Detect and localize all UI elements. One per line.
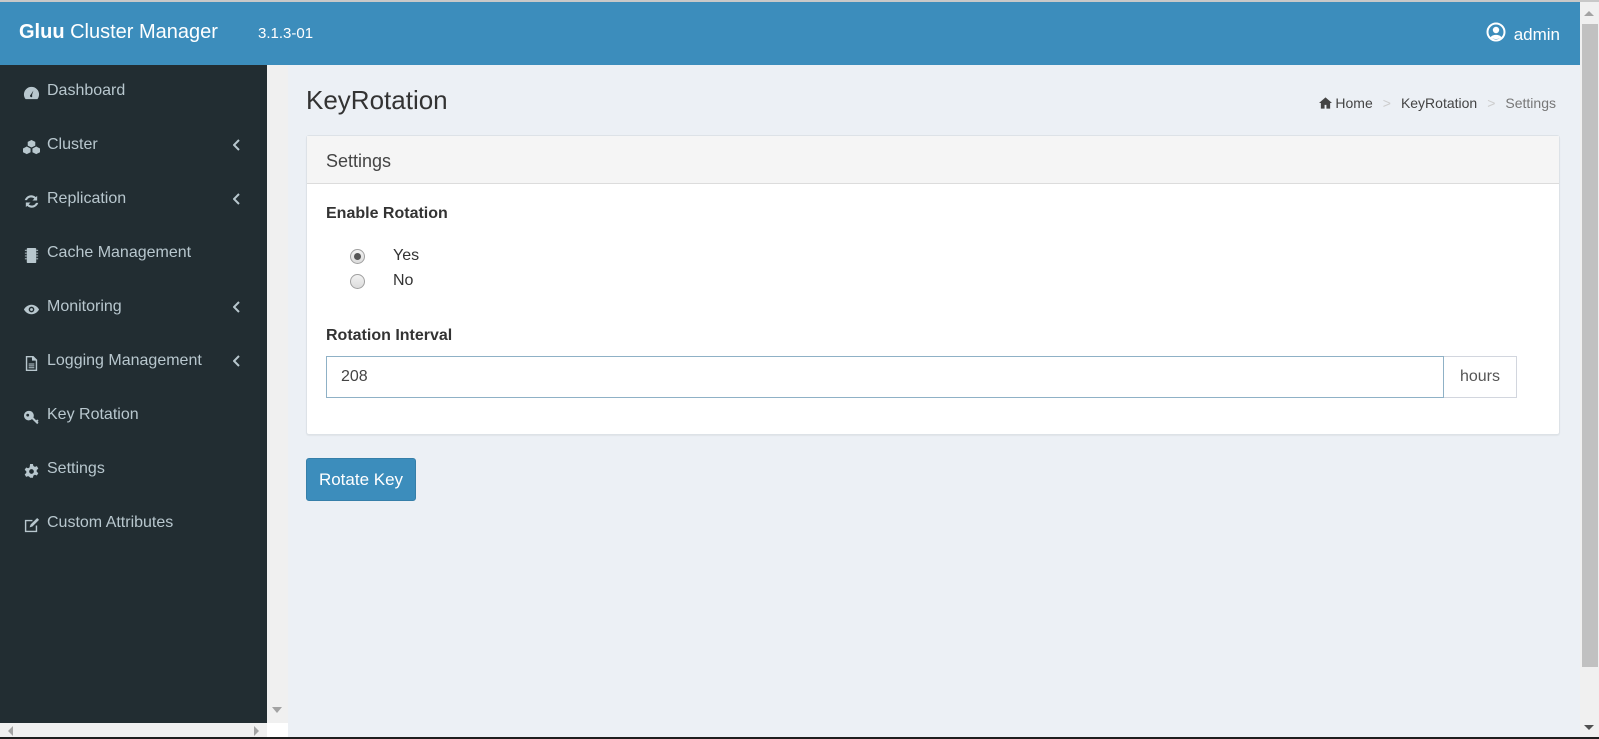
sidebar-item-label: Monitoring — [47, 298, 122, 315]
scroll-right-arrow-icon[interactable] — [254, 726, 259, 736]
scroll-down-arrow-icon[interactable] — [1584, 725, 1594, 730]
breadcrumb-keyrotation[interactable]: KeyRotation — [1401, 95, 1477, 111]
settings-box: Settings Enable Rotation Yes No Rotation… — [306, 135, 1560, 435]
hours-addon: hours — [1444, 356, 1517, 398]
chevron-left-icon — [232, 138, 243, 152]
radio-no-input[interactable] — [350, 273, 365, 289]
brand-bold: Gluu — [19, 21, 65, 43]
sidebar-item-label: Custom Attributes — [47, 514, 174, 531]
radio-no[interactable]: No — [350, 272, 413, 290]
breadcrumb: Home > KeyRotation > Settings — [1319, 95, 1556, 111]
page-title: KeyRotation — [306, 85, 448, 115]
main-content: KeyRotation Home > KeyRotation > Setting… — [288, 65, 1580, 737]
rotate-key-button[interactable]: Rotate Key — [306, 458, 416, 501]
radio-yes[interactable]: Yes — [350, 247, 419, 265]
sidebar-item-replication[interactable]: Replication — [0, 173, 267, 227]
file-text-icon — [22, 354, 40, 372]
home-icon — [1319, 95, 1335, 111]
cubes-icon — [22, 138, 40, 156]
edit-icon — [22, 516, 40, 534]
sidebar: Dashboard Cluster Replication Cache Mana… — [0, 65, 267, 723]
sidebar-item-cluster[interactable]: Cluster — [0, 119, 267, 173]
sidebar-item-dashboard[interactable]: Dashboard — [0, 65, 267, 119]
app-logo[interactable]: Gluu Cluster Manager — [19, 21, 218, 44]
rotation-interval-group: hours — [326, 356, 1517, 398]
user-menu[interactable]: admin — [1486, 22, 1560, 47]
rotation-interval-label: Rotation Interval — [326, 327, 453, 344]
brand-rest: Cluster Manager — [64, 21, 218, 43]
sidebar-item-label: Cache Management — [47, 244, 192, 261]
breadcrumb-home[interactable]: Home — [1319, 95, 1373, 111]
scrollbar-corner — [267, 723, 288, 737]
sidebar-item-monitoring[interactable]: Monitoring — [0, 281, 267, 335]
sidebar-item-label: Dashboard — [47, 82, 126, 99]
user-circle-icon — [1486, 22, 1506, 47]
breadcrumb-settings: Settings — [1505, 95, 1556, 111]
user-name: admin — [1513, 24, 1560, 44]
refresh-icon — [22, 192, 40, 210]
app-window: Gluu Cluster Manager 3.1.3-01 admin Dash… — [0, 0, 1599, 739]
gear-icon — [22, 462, 40, 480]
sidebar-item-label: Cluster — [47, 136, 98, 153]
breadcrumb-label: Home — [1335, 95, 1373, 111]
breadcrumb-separator: > — [1382, 95, 1391, 111]
sidebar-horizontal-scrollbar[interactable] — [0, 723, 267, 737]
sidebar-item-label: Logging Management — [47, 352, 202, 369]
breadcrumb-separator: > — [1487, 95, 1496, 111]
scroll-down-arrow-icon[interactable] — [272, 707, 282, 713]
sidebar-item-cache-management[interactable]: Cache Management — [0, 227, 267, 281]
scroll-left-arrow-icon[interactable] — [8, 726, 13, 736]
dashboard-icon — [22, 84, 40, 102]
sidebar-item-label: Key Rotation — [47, 406, 139, 423]
sidebar-item-settings[interactable]: Settings — [0, 443, 267, 497]
enable-rotation-label: Enable Rotation — [326, 205, 448, 222]
rotation-interval-input[interactable] — [326, 356, 1444, 398]
version-label: 3.1.3-01 — [258, 25, 314, 42]
sidebar-scrollbar[interactable] — [267, 65, 288, 723]
radio-yes-label: Yes — [393, 247, 420, 264]
sidebar-item-key-rotation[interactable]: Key Rotation — [0, 389, 267, 443]
chevron-left-icon — [232, 300, 243, 314]
chevron-left-icon — [232, 192, 243, 206]
page-scrollbar[interactable] — [1580, 2, 1599, 737]
scrollbar-thumb[interactable] — [1582, 24, 1598, 667]
box-title: Settings — [307, 136, 1559, 184]
radio-yes-input[interactable] — [350, 248, 365, 264]
sidebar-item-label: Settings — [47, 460, 105, 477]
eye-icon — [22, 300, 40, 318]
key-icon — [22, 408, 40, 426]
top-navbar: Gluu Cluster Manager 3.1.3-01 admin — [0, 2, 1580, 65]
radio-no-label: No — [393, 272, 414, 289]
scroll-up-arrow-icon[interactable] — [1584, 11, 1594, 16]
chevron-left-icon — [232, 354, 243, 368]
sidebar-item-label: Replication — [47, 190, 127, 207]
sidebar-item-custom-attributes[interactable]: Custom Attributes — [0, 497, 267, 551]
chip-icon — [22, 246, 40, 264]
sidebar-item-logging-management[interactable]: Logging Management — [0, 335, 267, 389]
